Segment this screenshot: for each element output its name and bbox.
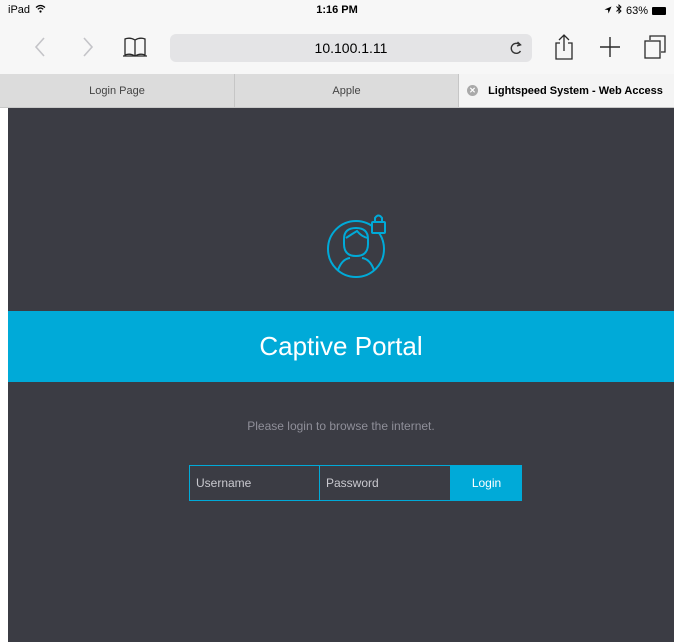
bookmarks-icon (123, 37, 147, 57)
clock: 1:16 PM (316, 4, 358, 16)
battery-icon (652, 6, 666, 15)
login-button[interactable]: Login (451, 465, 522, 501)
tab-apple[interactable]: Apple (235, 74, 459, 107)
close-tab-icon[interactable]: ✕ (467, 85, 478, 96)
forward-button[interactable] (74, 32, 102, 62)
share-icon (555, 34, 573, 60)
login-prompt: Please login to browse the internet. (247, 419, 435, 433)
url-text: 10.100.1.11 (314, 40, 388, 56)
login-form: Login (189, 465, 522, 501)
tabs-button[interactable] (641, 32, 669, 62)
user-lock-icon (327, 214, 386, 278)
address-bar[interactable]: 10.100.1.11 (170, 34, 532, 62)
tab-label: Lightspeed System - Web Access (488, 84, 663, 97)
bookmarks-button[interactable] (119, 32, 151, 62)
tab-label: Login Page (89, 84, 145, 97)
new-tab-icon (600, 37, 620, 57)
location-icon (604, 5, 612, 17)
status-right: 63% (604, 3, 666, 17)
browser-toolbar: 10.100.1.11 (0, 22, 674, 74)
title-banner: Captive Portal (8, 311, 674, 382)
share-button[interactable] (550, 32, 578, 62)
tab-lightspeed[interactable]: ✕ Lightspeed System - Web Access (459, 74, 674, 107)
forward-icon (83, 37, 94, 57)
tab-bar: Login Page Apple ✕ Lightspeed System - W… (0, 74, 674, 108)
password-input[interactable] (320, 465, 451, 501)
tab-login-page[interactable]: Login Page (0, 74, 235, 107)
back-icon (34, 37, 45, 57)
username-input[interactable] (189, 465, 320, 501)
tab-label: Apple (332, 84, 361, 97)
status-bar: iPad 1:16 PM 63% (0, 0, 674, 22)
new-tab-button[interactable] (596, 32, 624, 62)
page-title: Captive Portal (259, 331, 423, 361)
battery-percent: 63% (625, 4, 648, 17)
tabs-icon (644, 35, 666, 59)
web-page: Captive Portal Please login to browse th… (8, 108, 674, 642)
bluetooth-icon (616, 3, 622, 17)
reload-icon (510, 41, 522, 55)
reload-button[interactable] (508, 38, 524, 63)
back-button[interactable] (26, 32, 54, 62)
